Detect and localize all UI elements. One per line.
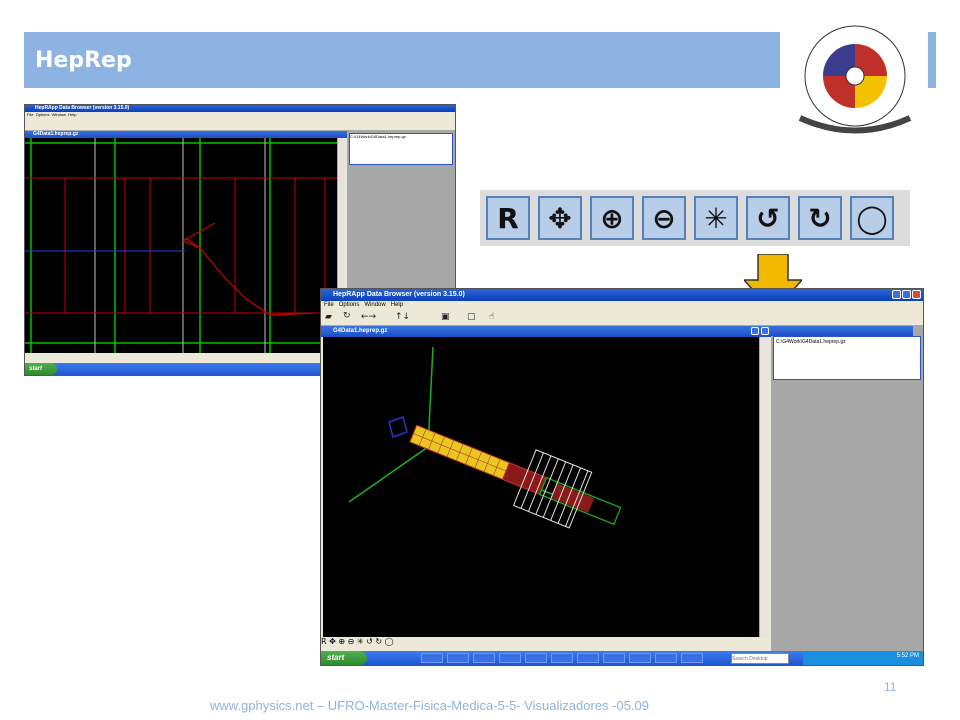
front-menu-bar: File Options Window Help (321, 301, 923, 310)
front-menu-help[interactable]: Help (391, 302, 403, 308)
back-subwindow-titlebar: G4Data1.heprep.gz (25, 131, 355, 138)
zoom-in-icon[interactable]: ⊕ (590, 196, 634, 240)
front-canvas-scrollbar[interactable] (759, 337, 770, 637)
front-taskbar: start 5:52 PM (321, 651, 923, 665)
front-tree-item[interactable]: C:\G4Work\G4Data1.heprep.gz (776, 339, 846, 345)
pan-icon[interactable]: ✥ (538, 196, 582, 240)
front-screenshot: HepRApp Data Browser (version 3.15.0) Fi… (320, 288, 924, 666)
front-toolbar: ▰ ↻ ←→ ↑↓ ▣ ▢ ☝ (321, 310, 923, 326)
back-menu-help[interactable]: Help (68, 112, 76, 117)
camera-icon[interactable]: ▣ (441, 312, 450, 322)
taskbar-item[interactable] (551, 653, 573, 663)
front-tree-titlebar (771, 326, 913, 336)
back-event-canvas[interactable] (25, 138, 337, 353)
front-subwindow-title: G4Data1.heprep.gz (333, 328, 388, 334)
new-page-icon[interactable]: ▢ (467, 312, 476, 322)
front-minimize-button[interactable] (892, 290, 901, 299)
circle-icon[interactable]: ◯ (850, 196, 894, 240)
back-menu-window[interactable]: Window (52, 112, 66, 117)
reset-icon[interactable]: R (486, 196, 530, 240)
back-toolbar (25, 118, 455, 131)
fit-icon[interactable]: ✳ (694, 196, 738, 240)
back-start-button[interactable]: start (25, 363, 57, 375)
back-tree-panel: C:\G4Work\G4Data1.heprep.gz (349, 133, 453, 165)
back-window-title: HepRApp Data Browser (version 3.15.0) (35, 105, 130, 111)
back-tree-item[interactable]: C:\G4Work\G4Data1.heprep.gz (350, 134, 406, 139)
heprep-toolbar-strip: R ✥ ⊕ ⊖ ✳ ↺ ↻ ◯ (480, 190, 910, 246)
front-subwindow-titlebar: G4Data1.heprep.gz (321, 326, 781, 337)
front-maximize-button[interactable] (902, 290, 911, 299)
canvas-tool-icons[interactable]: R ✥ ⊕ ⊖ ✳ ↺ ↻ ◯ (321, 637, 394, 646)
front-canvas-toolbar: R ✥ ⊕ ⊖ ✳ ↺ ↻ ◯ (321, 637, 769, 651)
clock: 5:52 PM (896, 653, 919, 659)
sub-minimize-button[interactable] (751, 327, 759, 335)
front-menu-file[interactable]: File (324, 302, 334, 308)
back-canvas-toolbar (25, 353, 347, 361)
taskbar-item[interactable] (629, 653, 651, 663)
taskbar-item[interactable] (473, 653, 495, 663)
open-icon[interactable]: ▰ (325, 312, 332, 322)
system-tray: 5:52 PM (803, 651, 923, 665)
zoom-out-icon[interactable]: ⊖ (642, 196, 686, 240)
taskbar-item[interactable] (577, 653, 599, 663)
page-number: 11 (884, 680, 897, 694)
pointer-icon[interactable]: ☝ (489, 312, 494, 322)
taskbar-item[interactable] (681, 653, 703, 663)
slide-title: HepRep (35, 48, 132, 73)
back-menu-file[interactable]: File (27, 112, 33, 117)
taskbar-item[interactable] (447, 653, 469, 663)
university-logo (798, 25, 912, 134)
taskbar-item[interactable] (655, 653, 677, 663)
front-event-canvas[interactable] (323, 337, 759, 637)
taskbar-item[interactable] (603, 653, 625, 663)
refresh-icon[interactable]: ↻ (343, 311, 351, 321)
front-window-title: HepRApp Data Browser (version 3.15.0) (333, 291, 465, 298)
desktop-search-input[interactable] (731, 653, 789, 664)
rotate-right-icon[interactable]: ↻ (798, 196, 842, 240)
front-menu-options[interactable]: Options (339, 302, 360, 308)
front-window-titlebar: HepRApp Data Browser (version 3.15.0) (321, 289, 923, 301)
taskbar-item[interactable] (525, 653, 547, 663)
front-tree-panel: C:\G4Work\G4Data1.heprep.gz (773, 336, 921, 380)
front-menu-window[interactable]: Window (364, 302, 385, 308)
taskbar-item[interactable] (421, 653, 443, 663)
slide-title-bar: HepRep (24, 32, 780, 88)
back-window-titlebar: HepRApp Data Browser (version 3.15.0) (25, 105, 455, 112)
up-down-icon[interactable]: ↑↓ (395, 312, 410, 322)
back-forward-icon[interactable]: ←→ (361, 312, 376, 322)
sub-maximize-button[interactable] (761, 327, 769, 335)
rotate-left-icon[interactable]: ↺ (746, 196, 790, 240)
front-start-button[interactable]: start (321, 651, 367, 665)
footer-text: www.gphysics.net – UFRO-Master-Fisica-Me… (210, 698, 650, 713)
back-subwindow-title: G4Data1.heprep.gz (33, 131, 79, 137)
back-menu-options[interactable]: Options (36, 112, 50, 117)
taskbar-item[interactable] (499, 653, 521, 663)
front-close-button[interactable] (912, 290, 921, 299)
